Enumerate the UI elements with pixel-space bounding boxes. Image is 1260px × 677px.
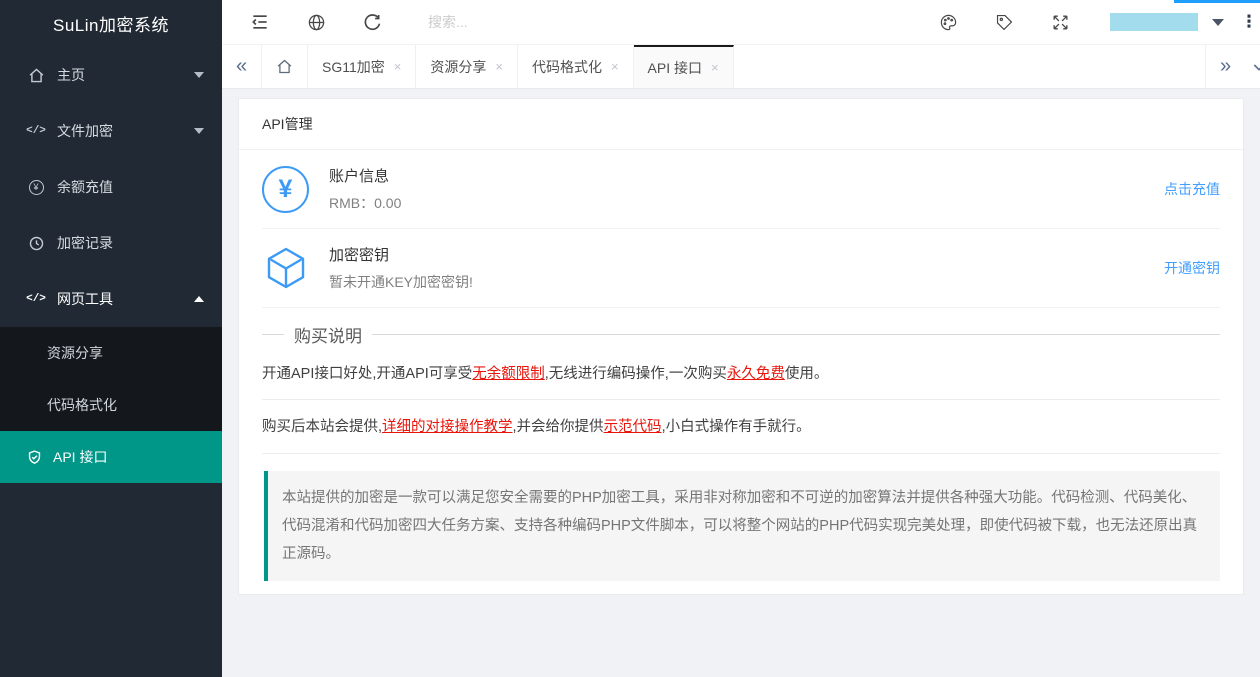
code-icon: </> <box>27 122 45 140</box>
sidebar-collapse-icon[interactable] <box>232 0 288 45</box>
purchase-paragraph-2: 购买后本站会提供,详细的对接操作教学,并会给你提供示范代码,小白式操作有手就行。 <box>262 400 1220 453</box>
chevron-down-icon <box>194 128 204 134</box>
refresh-icon[interactable] <box>344 0 400 45</box>
tabbar: « SG11加密 × 资源分享 × 代码格式化 × API 接口 × <box>222 45 1260 89</box>
divider <box>372 334 1220 335</box>
account-info-text: 账户信息 RMB：0.00 <box>329 165 401 213</box>
sidebar-item-resource-share[interactable]: 资源分享 <box>0 327 222 379</box>
close-icon[interactable]: × <box>611 59 619 74</box>
purchase-section: 购买说明 开通API接口好处,开通API可享受无余额限制,无线进行编码操作,一次… <box>262 322 1220 581</box>
tab-label: SG11加密 <box>322 57 385 77</box>
divider <box>262 334 284 335</box>
sidebar: SuLin加密系统 主页 </> 文件加密 ¥ 余额充值 <box>0 0 222 677</box>
account-title: 账户信息 <box>329 165 401 186</box>
sidebar-submenu: 资源分享 代码格式化 API 接口 <box>0 327 222 483</box>
tab-label: 资源分享 <box>430 57 486 77</box>
username-display[interactable] <box>1110 13 1198 31</box>
recharge-link[interactable]: 点击充值 <box>1164 179 1220 199</box>
key-title: 加密密钥 <box>329 244 473 265</box>
close-icon[interactable]: × <box>394 59 402 74</box>
tab-code-format[interactable]: 代码格式化 × <box>518 45 634 88</box>
tab-label: API 接口 <box>648 58 702 78</box>
topbar: ⋮ <box>222 0 1260 45</box>
purchase-legend-row: 购买说明 <box>262 322 1220 347</box>
main-pane: ⋮ « SG11加密 × 资源分享 × 代码格式化 × <box>222 0 1260 677</box>
tab-sg11[interactable]: SG11加密 × <box>308 45 416 88</box>
purchase-paragraph-1: 开通API接口好处,开通API可享受无余额限制,无线进行编码操作,一次购买永久免… <box>262 347 1220 400</box>
search-input[interactable] <box>428 14 648 30</box>
tab-home[interactable] <box>262 45 308 88</box>
theme-palette-icon[interactable] <box>920 0 976 45</box>
sidebar-item-label: 余额充值 <box>57 177 204 197</box>
sidebar-item-label: 网页工具 <box>57 289 194 309</box>
yen-circle-icon: ¥ <box>27 178 45 196</box>
app-logo: SuLin加密系统 <box>0 0 222 47</box>
card-title: API管理 <box>239 99 1243 150</box>
sidebar-item-file-encrypt[interactable]: </> 文件加密 <box>0 103 222 159</box>
chevron-down-icon <box>194 72 204 78</box>
cube-icon <box>262 245 309 292</box>
sidebar-item-label: 文件加密 <box>57 121 194 141</box>
text-segment: ,无线进行编码操作,一次购买 <box>545 366 727 382</box>
user-menu-caret-icon[interactable] <box>1212 19 1224 26</box>
highlighted-text: 永久免费 <box>727 366 785 382</box>
encrypt-key-row: 加密密钥 暂未开通KEY加密密钥! 开通密钥 <box>262 229 1220 308</box>
tabs-scroll-right-icon[interactable]: » <box>1205 45 1245 88</box>
tag-icon[interactable] <box>976 0 1032 45</box>
highlighted-text: 无余额限制 <box>472 366 545 382</box>
sidebar-item-label: 代码格式化 <box>47 395 117 415</box>
code-icon: </> <box>27 290 45 308</box>
sidebar-item-web-tools[interactable]: </> 网页工具 <box>0 271 222 327</box>
shield-check-icon <box>25 448 43 466</box>
key-info-text: 加密密钥 暂未开通KEY加密密钥! <box>329 244 473 292</box>
highlighted-text: 示范代码 <box>604 419 662 435</box>
more-options-icon[interactable]: ⋮ <box>1240 15 1258 29</box>
clock-icon <box>27 234 45 252</box>
content-area: API管理 ¥ 账户信息 RMB：0.00 点击充值 <box>222 89 1260 677</box>
highlighted-text: 详细的对接操作教学 <box>382 419 513 435</box>
loading-bar <box>1174 0 1260 3</box>
sidebar-item-label: 加密记录 <box>57 233 204 253</box>
topbar-right: ⋮ <box>920 0 1260 45</box>
text-segment: ,并会给你提供 <box>513 419 604 435</box>
tabs-menu-icon[interactable] <box>1245 45 1260 88</box>
yen-circle-icon: ¥ <box>262 166 309 213</box>
key-status: 暂未开通KEY加密密钥! <box>329 272 473 292</box>
close-icon[interactable]: × <box>711 60 719 75</box>
api-management-card: API管理 ¥ 账户信息 RMB：0.00 点击充值 <box>238 98 1244 595</box>
sidebar-item-recharge[interactable]: ¥ 余额充值 <box>0 159 222 215</box>
sidebar-item-home[interactable]: 主页 <box>0 47 222 103</box>
sidebar-item-code-format[interactable]: 代码格式化 <box>0 379 222 431</box>
tabs-scroll-left-icon[interactable]: « <box>222 45 262 88</box>
app-root: SuLin加密系统 主页 </> 文件加密 ¥ 余额充值 <box>0 0 1260 677</box>
text-segment: 开通API接口好处,开通API可享受 <box>262 366 472 382</box>
tab-label: 代码格式化 <box>532 57 602 77</box>
activate-key-link[interactable]: 开通密钥 <box>1164 258 1220 278</box>
close-icon[interactable]: × <box>495 59 503 74</box>
sidebar-item-api[interactable]: API 接口 <box>0 431 222 483</box>
globe-icon[interactable] <box>288 0 344 45</box>
tab-resource-share[interactable]: 资源分享 × <box>416 45 518 88</box>
sidebar-item-label: 主页 <box>57 65 194 85</box>
sidebar-item-records[interactable]: 加密记录 <box>0 215 222 271</box>
purchase-legend: 购买说明 <box>284 322 372 347</box>
home-icon <box>276 58 293 75</box>
text-segment: ,小白式操作有手就行。 <box>662 419 811 435</box>
account-balance: RMB：0.00 <box>329 193 401 213</box>
fullscreen-icon[interactable] <box>1032 0 1088 45</box>
text-segment: 购买后本站会提供, <box>262 419 382 435</box>
account-info-row: ¥ 账户信息 RMB：0.00 点击充值 <box>262 150 1220 229</box>
service-description-quote: 本站提供的加密是一款可以满足您安全需要的PHP加密工具，采用非对称加密和不可逆的… <box>264 471 1220 582</box>
text-segment: 使用。 <box>785 366 829 382</box>
tab-api[interactable]: API 接口 × <box>634 45 734 88</box>
sidebar-item-label: 资源分享 <box>47 343 103 363</box>
sidebar-item-label: API 接口 <box>53 447 107 467</box>
chevron-up-icon <box>194 296 204 302</box>
card-bottom-padding <box>239 581 1243 594</box>
home-icon <box>27 66 45 84</box>
